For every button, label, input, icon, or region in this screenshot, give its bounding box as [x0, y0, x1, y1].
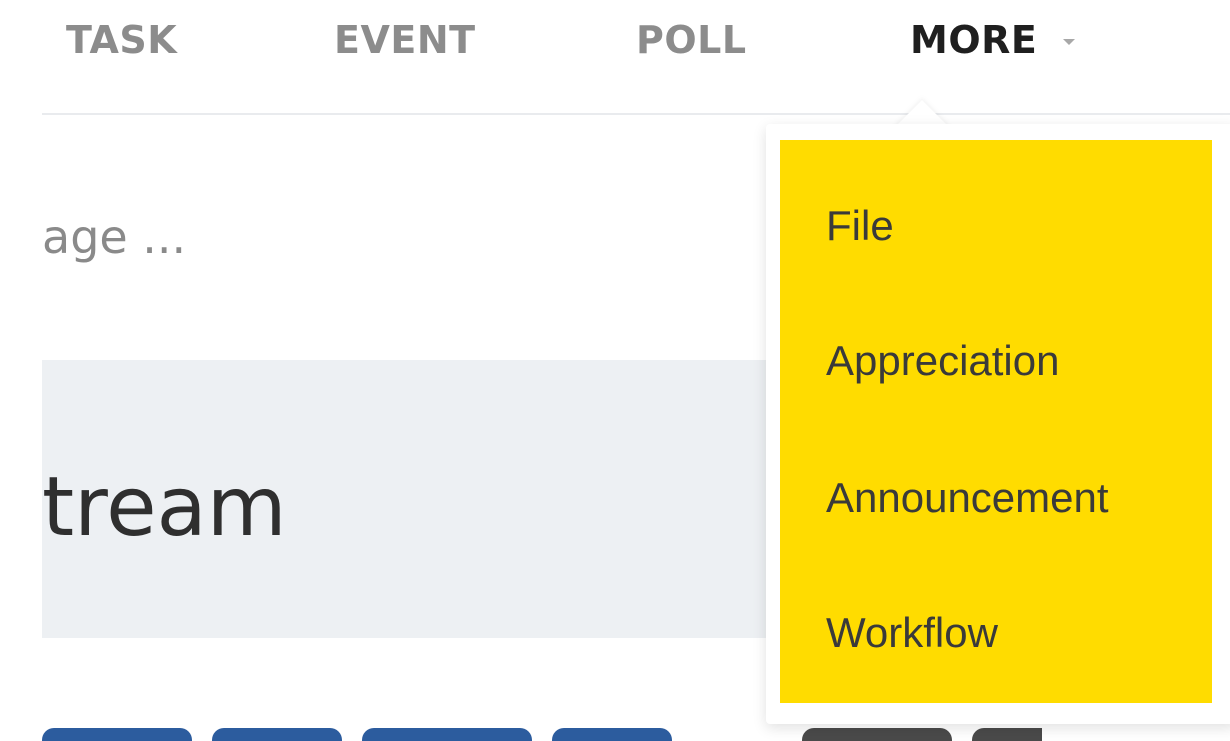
post-type-tabbar: TASK EVENT POLL MORE — [0, 0, 1230, 114]
feed-item-author-link[interactable] — [42, 728, 682, 741]
menu-item-appreciation[interactable]: Appreciation — [826, 337, 1059, 385]
chevron-down-icon — [1063, 39, 1076, 45]
stream-title: tream — [42, 460, 287, 555]
tab-more[interactable]: MORE — [910, 12, 1076, 68]
menu-item-file[interactable]: File — [826, 202, 894, 250]
menu-item-announcement[interactable]: Announcement — [826, 474, 1109, 522]
tab-event-label: EVENT — [334, 18, 476, 62]
tab-task[interactable]: TASK — [66, 12, 177, 68]
feed-item-preview — [42, 722, 1042, 741]
more-menu-list: File Appreciation Announcement Workflow — [780, 140, 1212, 703]
feed-item-text — [802, 728, 1042, 741]
tab-event[interactable]: EVENT — [334, 12, 476, 68]
tabbar-divider — [42, 113, 1230, 115]
menu-item-workflow[interactable]: Workflow — [826, 609, 998, 657]
tab-poll[interactable]: POLL — [636, 12, 747, 68]
tab-task-label: TASK — [66, 18, 178, 62]
tab-poll-label: POLL — [636, 18, 747, 62]
composer-placeholder[interactable]: age ... — [42, 210, 186, 264]
page: TASK EVENT POLL MORE age ... tream File — [0, 0, 1230, 741]
tab-more-label: MORE — [910, 18, 1038, 62]
